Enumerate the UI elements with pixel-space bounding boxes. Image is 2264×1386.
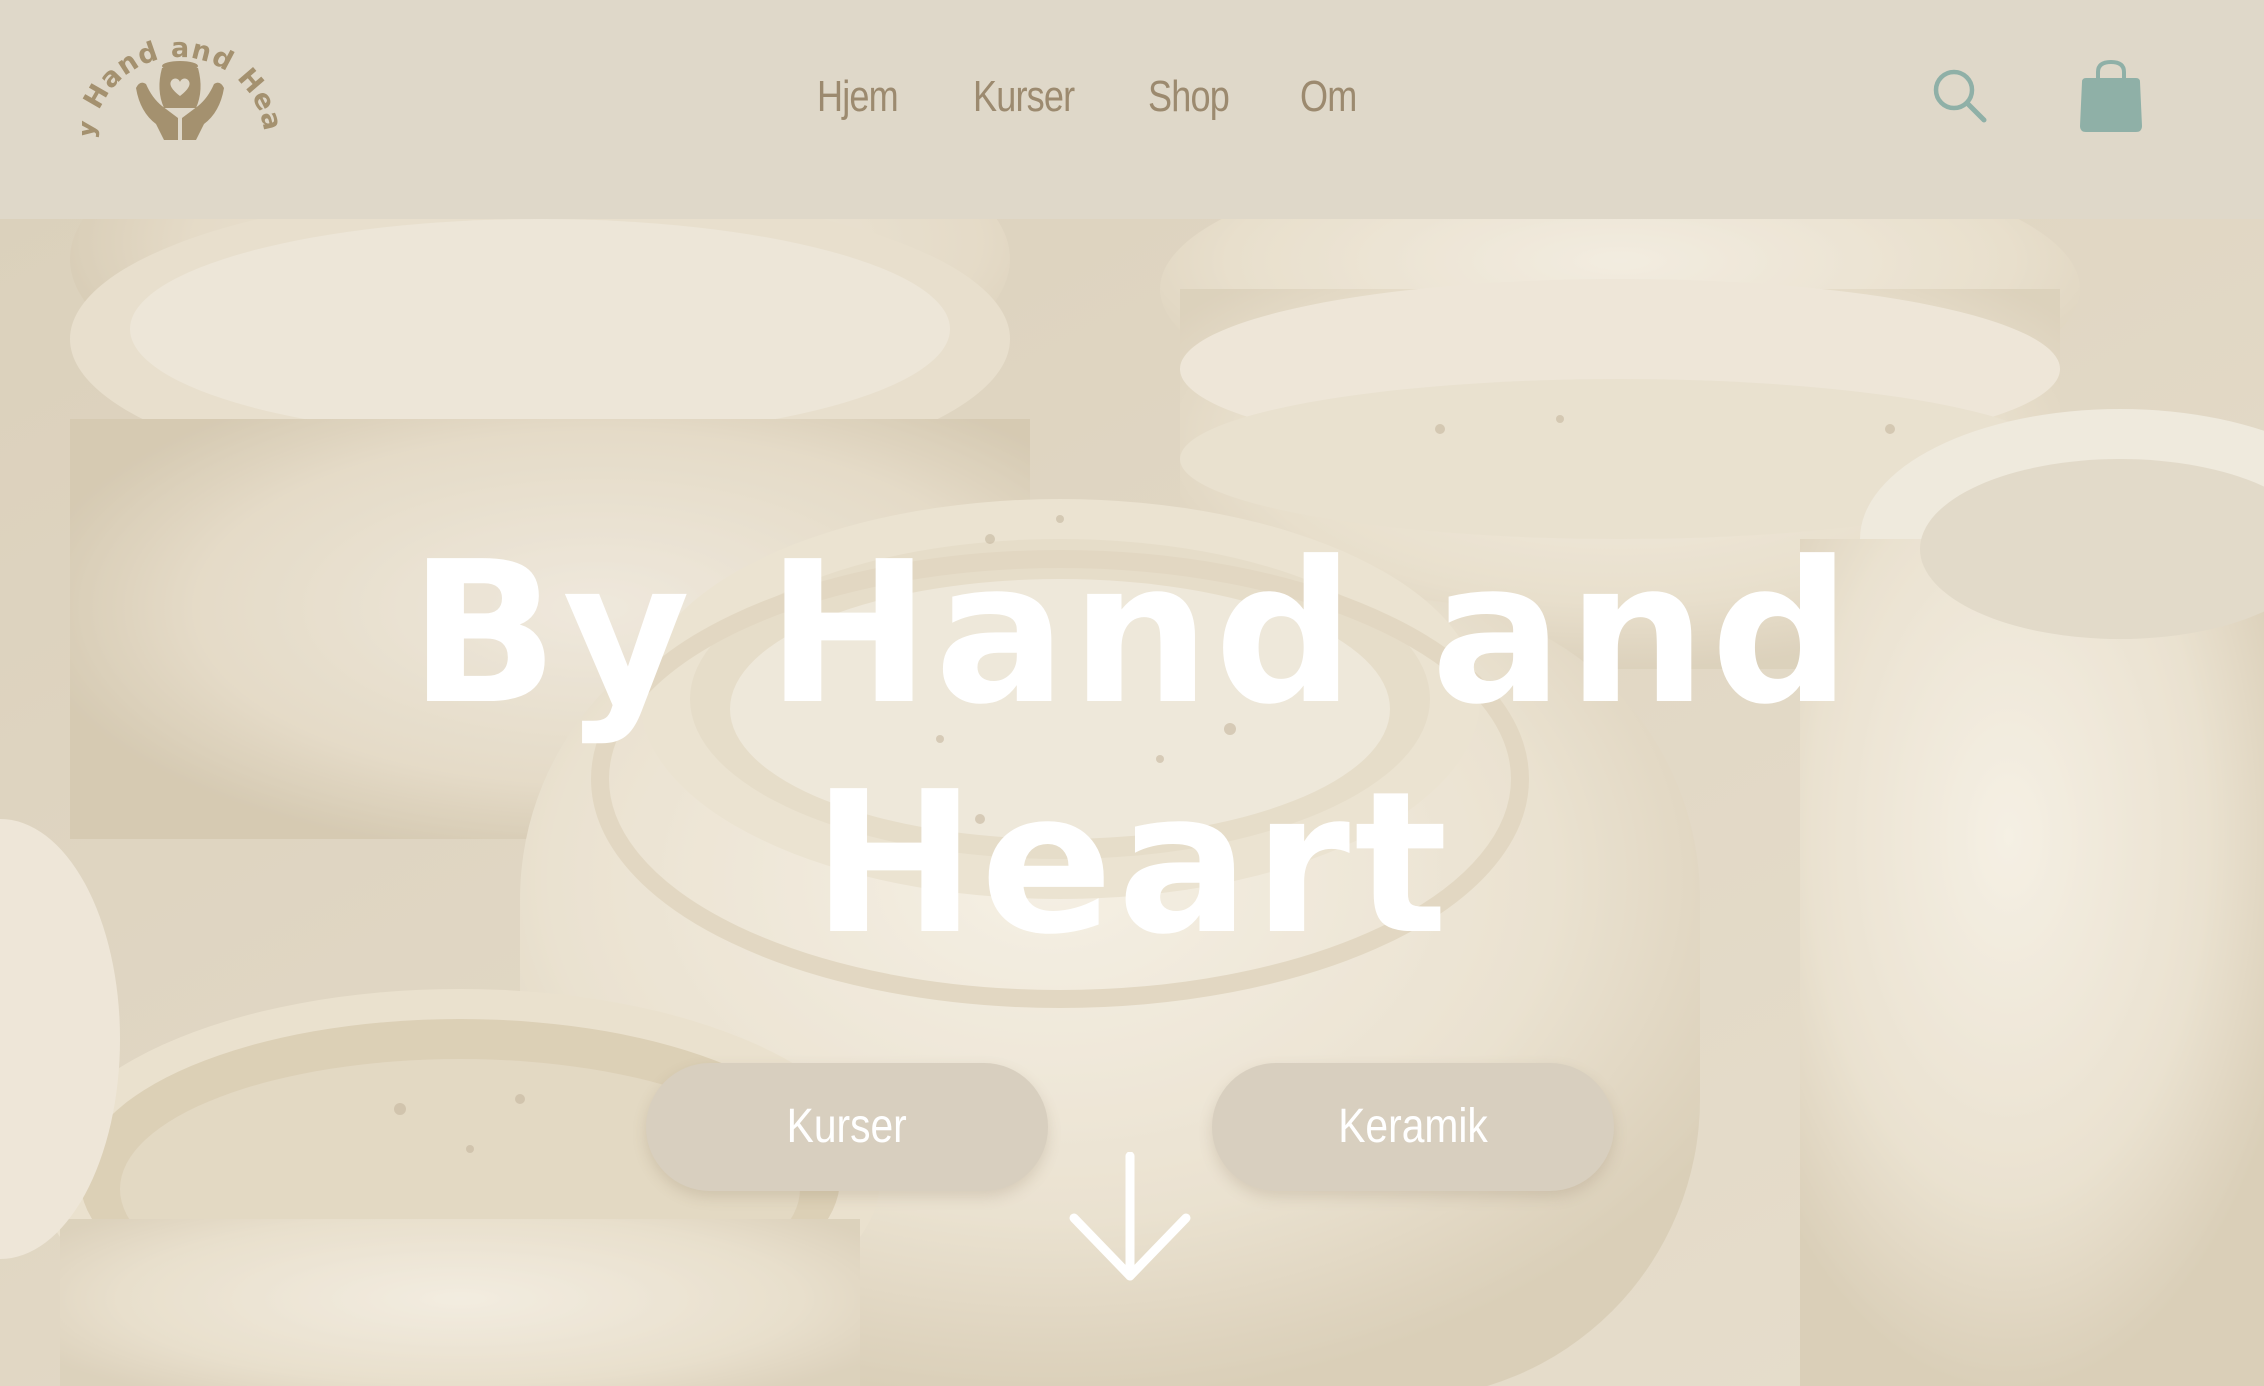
search-icon [1933,69,1987,123]
nav-item-kurser[interactable]: Kurser [973,72,1075,122]
kurser-button-label: Kurser [786,1100,908,1153]
keramik-button[interactable]: Keramik [1212,1063,1614,1191]
hero-title-line1: By Hand and [409,520,1855,748]
hero-title: By Hand and Heart [232,519,2032,979]
hero-title-line2: Heart [812,750,1452,978]
keramik-button-label: Keramik [1338,1100,1488,1153]
nav-item-hjem[interactable]: Hjem [817,72,899,122]
hero-section: By Hand and Heart Kurser Keramik [0,219,2264,1386]
main-nav: Hjem Kurser Shop Om [0,72,2264,136]
arrow-down-icon [1069,1151,1191,1281]
nav-item-om[interactable]: Om [1300,72,1357,122]
search-button[interactable] [1930,66,1990,126]
shopping-bag-icon [2080,59,2142,132]
nav-item-shop[interactable]: Shop [1148,72,1230,122]
cart-button[interactable] [2078,58,2144,134]
site-header: By Hand and Heart Hjem Kurser Shop Om [0,0,2264,219]
kurser-button[interactable]: Kurser [646,1063,1048,1191]
scroll-down-button[interactable] [1066,1151,1194,1284]
